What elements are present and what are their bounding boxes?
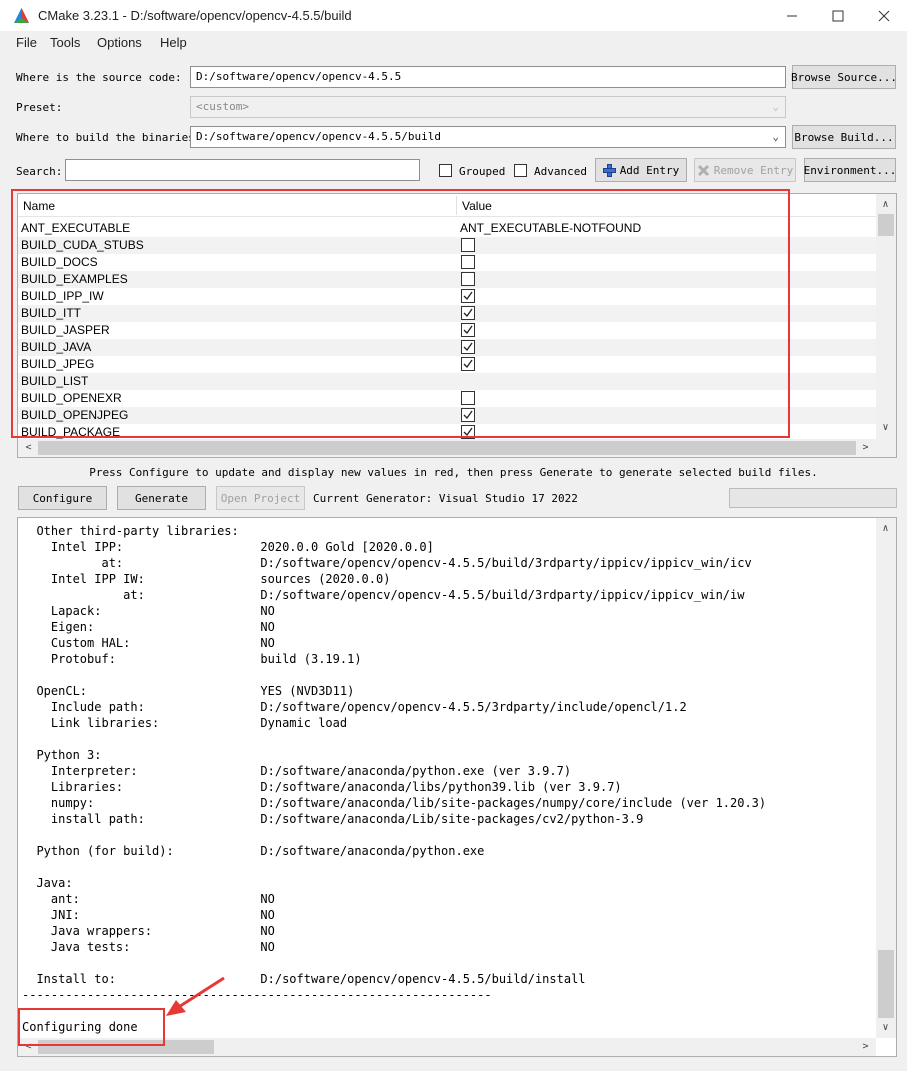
minimize-icon: [787, 15, 797, 16]
remove-entry-button: Remove Entry: [694, 158, 796, 182]
grouped-label: Grouped: [459, 165, 506, 178]
scroll-up-arrow-icon[interactable]: ∧: [877, 196, 894, 213]
menu-tools[interactable]: Tools: [50, 35, 80, 50]
maximize-button[interactable]: [815, 0, 861, 31]
table-highlight-box: [11, 189, 790, 438]
progress-bar: [729, 488, 897, 508]
environment-button[interactable]: Environment...: [804, 158, 896, 182]
configure-button[interactable]: Configure: [18, 486, 107, 510]
search-input[interactable]: [65, 159, 420, 181]
browse-source-button[interactable]: Browse Source...: [791, 65, 897, 89]
annotation-arrow-icon: [166, 976, 225, 1016]
build-path-combo[interactable]: D:/software/opencv/opencv-4.5.5/build ⌄: [190, 126, 786, 148]
build-path-value: D:/software/opencv/opencv-4.5.5/build: [196, 130, 442, 143]
advanced-label: Advanced: [534, 165, 587, 178]
table-vertical-scrollbar[interactable]: ∧ ∨: [876, 194, 896, 439]
remove-icon: [697, 164, 709, 176]
scroll-down-arrow-icon[interactable]: ∨: [877, 419, 894, 436]
scroll-thumb[interactable]: [878, 214, 894, 236]
source-label: Where is the source code:: [16, 71, 182, 84]
browse-build-button[interactable]: Browse Build...: [792, 125, 896, 149]
window-title: CMake 3.23.1 - D:/software/opencv/opencv…: [38, 8, 352, 23]
scroll-left-arrow-icon[interactable]: <: [20, 439, 37, 456]
scroll-right-arrow-icon[interactable]: >: [857, 439, 874, 456]
close-icon: [878, 10, 890, 21]
preset-label: Preset:: [16, 101, 63, 114]
title-bar[interactable]: CMake 3.23.1 - D:/software/opencv/opencv…: [0, 0, 907, 31]
scroll-down-arrow-icon[interactable]: ∨: [877, 1019, 894, 1036]
output-log[interactable]: Other third-party libraries: Intel IPP: …: [17, 517, 897, 1057]
cmake-logo-icon: [14, 8, 29, 23]
current-generator-label: Current Generator: Visual Studio 17 2022: [313, 492, 578, 505]
search-label: Search:: [16, 165, 63, 178]
generate-button[interactable]: Generate: [117, 486, 206, 510]
menu-options[interactable]: Options: [97, 35, 142, 50]
horizontal-scroll-thumb[interactable]: [38, 441, 856, 455]
plus-icon: [602, 163, 616, 177]
chevron-down-icon: ⌄: [772, 100, 779, 113]
preset-value: <custom>: [196, 100, 249, 113]
source-path-input[interactable]: D:/software/opencv/opencv-4.5.5: [190, 66, 786, 88]
chevron-down-icon[interactable]: ⌄: [772, 130, 779, 143]
output-scroll-thumb[interactable]: [878, 950, 894, 1018]
add-entry-label: Add Entry: [619, 163, 680, 177]
remove-entry-label: Remove Entry: [713, 163, 794, 177]
advanced-checkbox[interactable]: [514, 164, 527, 177]
menu-bar: File Tools Options Help: [0, 31, 907, 53]
maximize-icon: [832, 10, 844, 21]
scroll-up-arrow-icon[interactable]: ∧: [877, 520, 894, 537]
grouped-checkbox[interactable]: [439, 164, 452, 177]
menu-help[interactable]: Help: [160, 35, 187, 50]
open-project-button: Open Project: [216, 486, 305, 510]
preset-select: <custom> ⌄: [190, 96, 786, 118]
scroll-right-arrow-icon[interactable]: >: [857, 1038, 874, 1055]
close-button[interactable]: [861, 0, 907, 31]
done-highlight-box: [18, 1008, 165, 1046]
scrollbar-corner: [876, 439, 896, 457]
menu-file[interactable]: File: [16, 35, 37, 50]
output-text: Other third-party libraries: Intel IPP: …: [22, 524, 767, 1034]
table-horizontal-scrollbar[interactable]: < >: [18, 439, 876, 457]
build-label: Where to build the binaries:: [16, 131, 202, 144]
output-vertical-scrollbar[interactable]: ∧ ∨: [876, 518, 896, 1038]
minimize-button[interactable]: [769, 0, 815, 31]
hint-text: Press Configure to update and display ne…: [89, 466, 818, 479]
add-entry-button[interactable]: Add Entry: [595, 158, 687, 182]
